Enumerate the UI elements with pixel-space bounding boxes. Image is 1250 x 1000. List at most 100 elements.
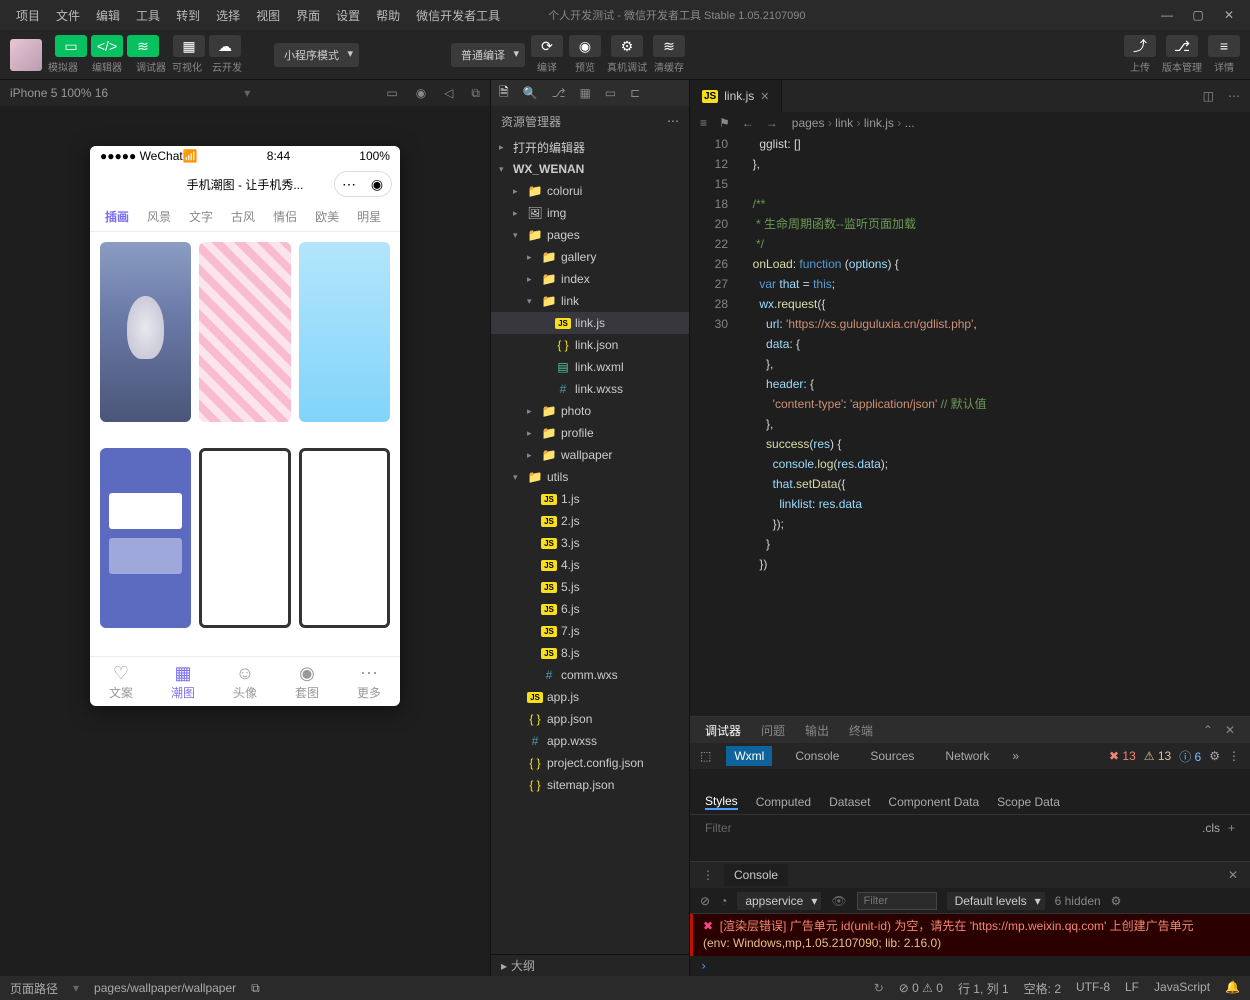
console-filter-input[interactable] — [857, 892, 937, 910]
tree-item[interactable]: JS4.js — [491, 554, 689, 576]
tree-item[interactable]: ▸📁colorui — [491, 180, 689, 202]
nav-item[interactable]: ☺头像 — [233, 663, 257, 701]
mute-icon[interactable]: ◁ — [444, 86, 453, 101]
mode-select[interactable]: 小程序模式 — [274, 43, 359, 67]
wallpaper-item[interactable] — [299, 448, 390, 628]
nav-item[interactable]: ▦潮图 — [171, 663, 195, 701]
minimize-icon[interactable]: — — [1159, 8, 1175, 22]
nav-item[interactable]: ⋯更多 — [357, 663, 381, 701]
menu-设置[interactable]: 设置 — [328, 7, 368, 24]
wallpaper-item[interactable] — [100, 448, 191, 628]
bookmark-icon[interactable]: ⚑ — [719, 116, 730, 130]
menu-帮助[interactable]: 帮助 — [368, 7, 408, 24]
close-console-icon[interactable]: ✕ — [1228, 868, 1238, 882]
cloud-button[interactable]: ☁ — [209, 35, 241, 57]
nav-item[interactable]: ♡文案 — [109, 663, 133, 701]
branch-icon[interactable]: ⎇ — [552, 86, 566, 100]
close-icon[interactable]: ✕ — [1221, 8, 1237, 22]
details-button[interactable]: ≡ — [1208, 35, 1240, 57]
tree-item[interactable]: JS7.js — [491, 620, 689, 642]
close-tab-icon[interactable]: ✕ — [760, 90, 769, 103]
upload-button[interactable]: ⤴ — [1124, 35, 1156, 57]
version-button[interactable]: ⎇ — [1166, 35, 1198, 57]
tree-item[interactable]: { }link.json — [491, 334, 689, 356]
close-icon[interactable]: ✕ — [1225, 723, 1235, 737]
editor-button[interactable]: </> — [91, 35, 123, 57]
maximize-icon[interactable]: ▢ — [1190, 8, 1206, 22]
more-icon[interactable]: ⋯ — [1228, 89, 1240, 103]
clear-icon[interactable]: ⊘ — [700, 894, 710, 908]
add-icon[interactable]: + — [1228, 821, 1235, 835]
styles-tab[interactable]: Component Data — [888, 795, 979, 809]
remote-debug-button[interactable]: ⚙ — [611, 35, 643, 57]
tree-item[interactable]: { }app.json — [491, 708, 689, 730]
chevron-up-icon[interactable]: ⌃ — [1203, 723, 1213, 737]
device-icon[interactable]: ▭ — [386, 86, 397, 101]
menu-编辑[interactable]: 编辑 — [88, 7, 128, 24]
devtools-tab[interactable]: Network — [937, 746, 997, 766]
tree-item[interactable]: ▸📁photo — [491, 400, 689, 422]
avatar[interactable] — [10, 39, 42, 71]
page-path[interactable]: pages/wallpaper/wallpaper — [94, 981, 236, 995]
debugger-button[interactable]: ≋ — [127, 35, 159, 57]
tree-item[interactable]: JS1.js — [491, 488, 689, 510]
wallpaper-item[interactable] — [100, 242, 191, 422]
tree-item[interactable]: ▾📁link — [491, 290, 689, 312]
devtools-tab[interactable]: Console — [787, 746, 847, 766]
category-tab[interactable]: 欧美 — [315, 208, 339, 225]
open-editors-section[interactable]: ▸打开的编辑器 — [491, 136, 689, 158]
forward-icon[interactable]: → — [766, 116, 778, 130]
device-label[interactable]: iPhone 5 100% 16 — [10, 86, 108, 100]
tree-item[interactable]: ▸🖼img — [491, 202, 689, 224]
explorer-icon[interactable]: 🗎 — [499, 83, 509, 104]
compile-select[interactable]: 普通编译 — [451, 43, 525, 67]
context-icon[interactable]: ◔ — [720, 894, 727, 908]
wallpaper-item[interactable] — [199, 242, 290, 422]
menu-微信开发者工具[interactable]: 微信开发者工具 — [408, 7, 508, 24]
simulator-button[interactable]: ▭ — [55, 35, 87, 57]
warn-count[interactable]: ⊘ 0 ⚠ 0 — [899, 981, 943, 995]
menu-界面[interactable]: 界面 — [288, 7, 328, 24]
menu-选择[interactable]: 选择 — [208, 7, 248, 24]
tree-item[interactable]: #link.wxss — [491, 378, 689, 400]
styles-tab[interactable]: Styles — [705, 794, 738, 810]
devtools-tab[interactable]: Wxml — [726, 746, 772, 766]
menu-转到[interactable]: 转到 — [168, 7, 208, 24]
capsule-menu-icon[interactable]: ⋯ — [335, 172, 363, 196]
nav-item[interactable]: ◉套图 — [295, 663, 319, 701]
context-select[interactable]: appservice — [737, 892, 821, 910]
tree-item[interactable]: ▸📁gallery — [491, 246, 689, 268]
tree-item[interactable]: ▾📁pages — [491, 224, 689, 246]
category-tab[interactable]: 文字 — [189, 208, 213, 225]
copy-icon[interactable]: ⧉ — [471, 86, 480, 101]
ext3-icon[interactable]: ⊏ — [630, 86, 640, 100]
category-tab[interactable]: 插画 — [105, 208, 129, 225]
tree-item[interactable]: #app.wxss — [491, 730, 689, 752]
category-tab[interactable]: 古风 — [231, 208, 255, 225]
tree-item[interactable]: { }project.config.json — [491, 752, 689, 774]
bell-icon[interactable]: 🔔 — [1225, 980, 1240, 997]
copy-path-icon[interactable]: ⧉ — [251, 981, 260, 996]
menu-项目[interactable]: 项目 — [8, 7, 48, 24]
tree-item[interactable]: JS2.js — [491, 510, 689, 532]
ext2-icon[interactable]: ▭ — [605, 86, 616, 100]
menu-文件[interactable]: 文件 — [48, 7, 88, 24]
code-editor[interactable]: 10121518202226272830 gglist: [] }, /** *… — [690, 134, 1250, 716]
split-icon[interactable]: ◫ — [1203, 89, 1214, 103]
styles-tab[interactable]: Computed — [756, 795, 811, 809]
record-icon[interactable]: ◉ — [416, 86, 426, 101]
tree-item[interactable]: ▸📁profile — [491, 422, 689, 444]
search-icon[interactable]: 🔍 — [523, 86, 538, 100]
clear-cache-button[interactable]: ≋ — [653, 35, 685, 57]
tree-item[interactable]: JS8.js — [491, 642, 689, 664]
capsule-close-icon[interactable]: ◉ — [363, 172, 391, 196]
visual-button[interactable]: ▦ — [173, 35, 205, 57]
category-tab[interactable]: 明星 — [357, 208, 381, 225]
compile-button[interactable]: ⟳ — [531, 35, 563, 57]
preview-button[interactable]: ◉ — [569, 35, 601, 57]
devtools-tab[interactable]: Sources — [862, 746, 922, 766]
debugger-tab[interactable]: 输出 — [805, 722, 829, 739]
debugger-tab[interactable]: 问题 — [761, 722, 785, 739]
gear-icon[interactable]: ⚙ — [1111, 894, 1122, 908]
category-tab[interactable]: 风景 — [147, 208, 171, 225]
